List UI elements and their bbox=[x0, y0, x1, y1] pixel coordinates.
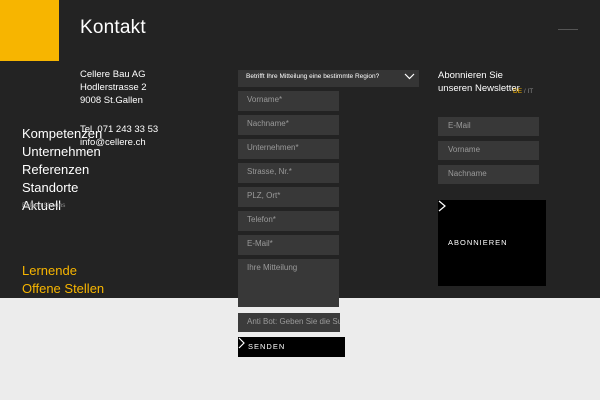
menu-icon[interactable] bbox=[558, 29, 578, 30]
newsletter-title-line2: unseren Newsletter bbox=[438, 83, 520, 94]
nav-item-standorte[interactable]: Standorte bbox=[22, 180, 78, 196]
newsletter-nachname-field[interactable]: Nachname bbox=[438, 165, 539, 184]
newsletter-vorname-field[interactable]: Vorname bbox=[438, 141, 539, 160]
lang-separator: / bbox=[523, 88, 526, 95]
nav-item-referenzen[interactable]: Referenzen bbox=[22, 162, 89, 178]
unternehmen-field[interactable]: Unternehmen* bbox=[238, 139, 339, 159]
address-city: 9008 St.Gallen bbox=[80, 95, 143, 106]
address-company: Cellere Bau AG bbox=[80, 69, 146, 80]
address-street: Hodlerstrasse 2 bbox=[80, 82, 147, 93]
nav-item-offene-stellen[interactable]: Offene Stellen bbox=[22, 281, 104, 297]
vorname-field[interactable]: Vorname* bbox=[238, 91, 339, 111]
language-switch: DE / IT bbox=[513, 88, 533, 95]
antibot-field[interactable]: Anti Bot: Geben Sie die Su bbox=[238, 313, 340, 332]
nav-item-kompetenzen[interactable]: Kompetenzen bbox=[22, 126, 102, 142]
email-field[interactable]: E-Mail* bbox=[238, 235, 339, 255]
subscribe-button[interactable]: ABONNIEREN bbox=[438, 200, 546, 286]
chevron-right-icon bbox=[438, 200, 446, 212]
region-select[interactable]: Betrifft Ihre Mitteilung eine bestimmte … bbox=[238, 70, 419, 87]
nachname-field[interactable]: Nachname* bbox=[238, 115, 339, 135]
newsletter-title-line1: Abonnieren Sie bbox=[438, 70, 503, 81]
newsletter-title: Abonnieren Sie unseren Newsletter bbox=[438, 69, 520, 95]
lang-de-link[interactable]: DE bbox=[513, 88, 522, 95]
nav-item-lernende[interactable]: Lernende bbox=[22, 263, 77, 279]
send-button[interactable]: SENDEN bbox=[238, 337, 345, 357]
page-title: Kontakt bbox=[80, 17, 146, 38]
plz-ort-field[interactable]: PLZ, Ort* bbox=[238, 187, 339, 207]
lang-it-link[interactable]: IT bbox=[527, 88, 533, 95]
nav-item-unternehmen[interactable]: Unternehmen bbox=[22, 144, 101, 160]
chevron-right-icon bbox=[238, 337, 245, 349]
newsletter-email-field[interactable]: E-Mail bbox=[438, 117, 539, 136]
message-textarea[interactable]: Ihre Mitteilung bbox=[238, 259, 339, 307]
logo[interactable] bbox=[0, 0, 59, 61]
follow-us-label: Folgen Sie uns bbox=[22, 202, 66, 209]
strasse-field[interactable]: Strasse, Nr.* bbox=[238, 163, 339, 183]
send-button-label: SENDEN bbox=[248, 342, 286, 351]
chevron-down-icon[interactable] bbox=[404, 73, 415, 80]
region-select-label: Betrifft Ihre Mitteilung eine bestimmte … bbox=[246, 73, 380, 80]
telefon-field[interactable]: Telefon* bbox=[238, 211, 339, 231]
subscribe-button-label: ABONNIEREN bbox=[448, 238, 508, 247]
